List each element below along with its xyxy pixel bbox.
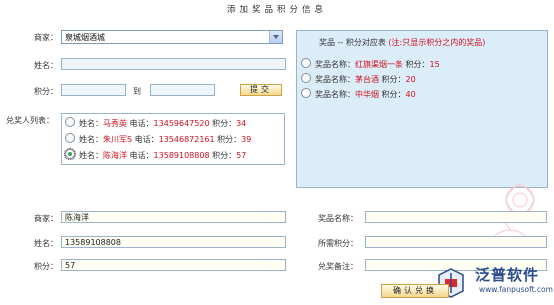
winner-name: 陈海洋	[103, 151, 127, 160]
submit-button[interactable]: 提交	[240, 84, 282, 96]
prize-item[interactable]: 奖品名称：中华烟 积分：40	[301, 88, 416, 100]
radio-button[interactable]	[65, 133, 75, 143]
merchant-label: 商家：	[34, 33, 58, 42]
winners-list-label: 兑奖人列表：	[6, 116, 54, 125]
brand-url: www.fanpusoft.com	[479, 285, 553, 294]
name-input[interactable]	[61, 58, 286, 70]
points-max-input[interactable]	[150, 84, 215, 96]
detail-name-input[interactable]	[61, 236, 286, 248]
prize-name-label: 奖品名称：	[318, 214, 358, 223]
winner-phone: 13589108808	[153, 151, 210, 160]
prize-points: 20	[405, 75, 416, 84]
prize-points: 40	[405, 90, 416, 99]
prize-name: 茅台酒	[355, 75, 379, 84]
winner-points: 39	[241, 135, 252, 144]
name-prefix: 姓名：	[79, 135, 103, 144]
phone-prefix: 电话：	[129, 151, 154, 160]
points-label: 积分：	[34, 87, 58, 96]
name-prefix: 姓名：	[79, 151, 103, 160]
prize-name-prefix: 奖品名称：	[315, 90, 355, 99]
points-prefix: 积分：	[212, 151, 237, 160]
phone-prefix: 电话：	[129, 119, 154, 128]
winner-name: 朱川军S	[103, 135, 133, 144]
merchant-select-value: 泉城烟酒城	[65, 33, 105, 42]
prize-panel-title: 奖品 -- 积分对应表	[319, 38, 386, 47]
prize-name: 红旗渠烟一条	[355, 60, 403, 69]
chevron-down-icon[interactable]	[269, 31, 282, 43]
phone-prefix: 电话：	[134, 135, 159, 144]
radio-button-selected[interactable]	[64, 148, 76, 160]
radio-button[interactable]	[301, 73, 311, 83]
points-prefix: 积分：	[217, 135, 242, 144]
prize-points-prefix: 积分：	[405, 60, 430, 69]
points-min-input[interactable]	[61, 84, 126, 96]
required-points-label: 所需积分：	[318, 239, 358, 248]
list-item[interactable]: 姓名：马秀英 电话：13459647520 积分：34	[65, 117, 246, 129]
radio-button[interactable]	[65, 117, 75, 127]
winner-phone: 13459647520	[153, 119, 210, 128]
name-label: 姓名：	[34, 61, 58, 70]
winners-list: 姓名：马秀英 电话：13459647520 积分：34 姓名：朱川军S 电话：1…	[61, 113, 285, 165]
radio-button[interactable]	[301, 58, 311, 68]
detail-points-input[interactable]	[61, 259, 286, 271]
prize-points-prefix: 积分：	[381, 90, 406, 99]
radio-button[interactable]	[301, 88, 311, 98]
prize-name-input[interactable]	[365, 211, 547, 223]
points-prefix: 积分：	[212, 119, 237, 128]
prize-points-prefix: 积分：	[381, 75, 406, 84]
detail-points-label: 积分：	[34, 262, 58, 271]
list-item[interactable]: 姓名：朱川军S 电话：13546872161 积分：39	[65, 133, 251, 145]
winner-points: 34	[236, 119, 247, 128]
merchant-select[interactable]: 泉城烟酒城	[61, 30, 283, 44]
name-prefix: 姓名：	[79, 119, 103, 128]
winner-points: 57	[236, 151, 247, 160]
detail-merchant-label: 商家：	[34, 214, 58, 223]
detail-merchant-input[interactable]	[61, 211, 286, 223]
prize-points: 15	[429, 60, 440, 69]
list-item[interactable]: 姓名：陈海洋 电话：13589108808 积分：57	[64, 148, 247, 161]
prize-name: 中华烟	[355, 90, 379, 99]
prize-panel-note: (注:只显示积分之内的奖品)	[388, 38, 486, 47]
winner-name: 马秀英	[103, 119, 127, 128]
prize-item[interactable]: 奖品名称：茅台酒 积分：20	[301, 73, 416, 85]
to-label: 到	[133, 87, 141, 96]
prize-panel-header: 奖品 -- 积分对应表 (注:只显示积分之内的奖品)	[297, 37, 547, 48]
confirm-exchange-button[interactable]: 确认兑换	[381, 284, 449, 298]
brand-name: 泛普软件	[475, 266, 540, 284]
page-title: 添加奖品积分信息	[226, 5, 327, 15]
prize-name-prefix: 奖品名称：	[315, 60, 355, 69]
prize-name-prefix: 奖品名称：	[315, 75, 355, 84]
prize-item[interactable]: 奖品名称：红旗渠烟一条 积分：15	[301, 58, 440, 70]
detail-name-label: 姓名：	[34, 239, 58, 248]
remark-label: 兑奖备注：	[318, 262, 358, 271]
winner-phone: 13546872161	[158, 135, 215, 144]
required-points-input[interactable]	[365, 236, 547, 248]
